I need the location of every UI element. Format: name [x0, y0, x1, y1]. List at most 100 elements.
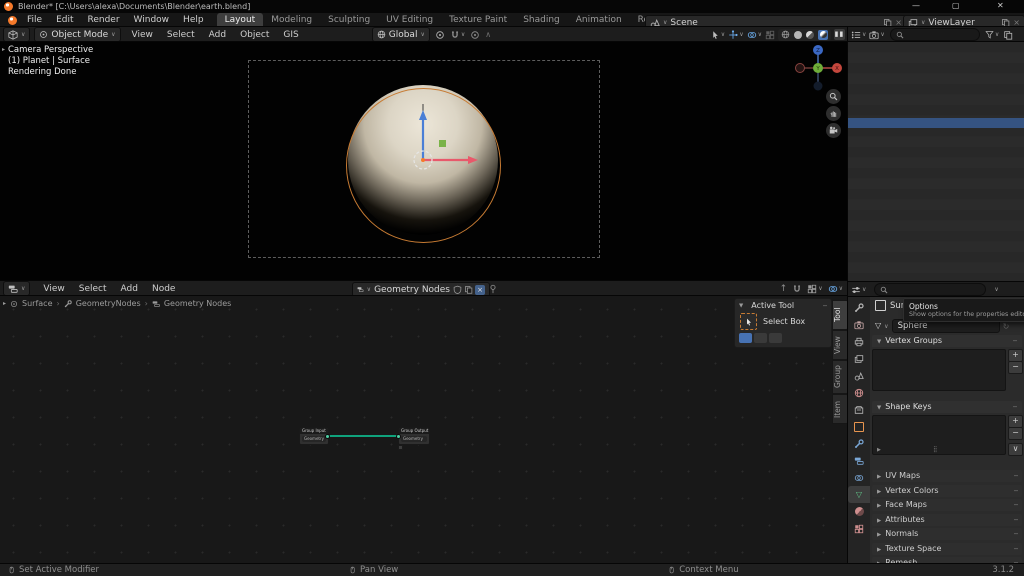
- tab-modifier-properties[interactable]: [848, 435, 870, 452]
- ne-overlays-icon[interactable]: [828, 284, 838, 294]
- menu-file[interactable]: File: [20, 13, 49, 27]
- camera-view-button[interactable]: [826, 123, 841, 138]
- workspace-tab-animation[interactable]: Animation: [568, 13, 630, 27]
- new-collection-icon[interactable]: [1003, 30, 1013, 40]
- properties-editor-type[interactable]: ∨: [851, 285, 866, 295]
- tab-tool-properties[interactable]: [848, 299, 870, 316]
- panel-uv-maps[interactable]: ▶UV Maps┉: [872, 470, 1022, 482]
- panel-attributes[interactable]: ▶Attributes┉: [872, 514, 1022, 526]
- snap-target-icon[interactable]: [807, 284, 817, 294]
- zoom-button[interactable]: [826, 89, 841, 104]
- remove-vertex-group-button[interactable]: −: [1008, 361, 1023, 374]
- menu-window[interactable]: Window: [127, 13, 177, 27]
- new-viewlayer-icon[interactable]: [1001, 18, 1010, 27]
- tab-texture-properties[interactable]: [848, 520, 870, 537]
- panel-vertex-colors[interactable]: ▶Vertex Colors┉: [872, 485, 1022, 497]
- unlink-scene-icon[interactable]: ×: [895, 18, 902, 27]
- tab-render-properties[interactable]: [848, 316, 870, 333]
- workspace-tab-texture-paint[interactable]: Texture Paint: [441, 13, 515, 27]
- panel-normals[interactable]: ▶Normals┉: [872, 528, 1022, 540]
- workspace-tab-uv-editing[interactable]: UV Editing: [378, 13, 441, 27]
- node-group-selector[interactable]: ∨ Geometry Nodes ×: [352, 282, 490, 297]
- panel-vertex-groups-header[interactable]: ▼Vertex Groups ┉: [872, 335, 1022, 347]
- tab-output-properties[interactable]: [848, 333, 870, 350]
- workspace-tab-shading[interactable]: Shading: [515, 13, 568, 27]
- minimize-button[interactable]: —: [912, 1, 920, 10]
- outliner-search-input[interactable]: [890, 28, 980, 41]
- tab-viewlayer-properties[interactable]: [848, 350, 870, 367]
- node-editor-canvas[interactable]: ▸ Surface › GeometryNodes › Geometry Nod…: [0, 296, 848, 564]
- npanel-tab-tool[interactable]: Tool: [832, 300, 848, 330]
- outliner-scope-dropdown[interactable]: ∨: [869, 30, 884, 40]
- xray-toggle-icon[interactable]: [765, 30, 775, 40]
- shading-wireframe-icon[interactable]: [781, 30, 790, 39]
- remove-viewlayer-icon[interactable]: ×: [1013, 18, 1020, 27]
- refresh-icon[interactable]: ↻: [1003, 322, 1010, 331]
- remove-shape-key-button[interactable]: −: [1008, 427, 1023, 440]
- pivot-point-icon[interactable]: [435, 30, 445, 40]
- editor-type-3d-viewport[interactable]: ∨: [3, 27, 30, 42]
- unlink-node-group-icon[interactable]: ×: [475, 285, 485, 295]
- outliner-row-clouds[interactable]: ▶ ▽ Clouds ▽: [848, 107, 1024, 118]
- outliner-row-scene-collection[interactable]: Scene Collection: [848, 44, 1024, 55]
- new-node-group-icon[interactable]: [464, 285, 473, 294]
- proportional-edit-icon[interactable]: [470, 30, 480, 40]
- pin-icon[interactable]: [488, 284, 498, 294]
- snap-magnet-icon[interactable]: [450, 30, 460, 40]
- ne-menu-add[interactable]: Add: [114, 282, 145, 296]
- tab-scene-properties[interactable]: [848, 367, 870, 384]
- shading-solid-icon[interactable]: [794, 31, 802, 39]
- workspace-tab-modeling[interactable]: Modeling: [263, 13, 320, 27]
- workspace-tab-sculpting[interactable]: Sculpting: [320, 13, 378, 27]
- select-mode-extend-button[interactable]: [754, 333, 767, 343]
- tab-material-properties[interactable]: [848, 503, 870, 520]
- toolbar-expand-icon[interactable]: ▸: [2, 46, 5, 53]
- properties-search-input[interactable]: [874, 283, 986, 296]
- panel-texture-space[interactable]: ▶Texture Space┉: [872, 543, 1022, 555]
- geometry-output-socket[interactable]: [325, 434, 330, 439]
- vp-menu-add[interactable]: Add: [202, 28, 233, 42]
- tab-physics-properties[interactable]: [848, 469, 870, 486]
- properties-options-dropdown[interactable]: ∨: [994, 286, 998, 293]
- panel-grip[interactable]: ┉: [823, 302, 827, 310]
- shape-key-play-icon[interactable]: ▶: [877, 447, 881, 453]
- outliner-row-light[interactable]: ▶ Light: [848, 76, 1024, 87]
- menu-help[interactable]: Help: [176, 13, 211, 27]
- fake-user-shield-icon[interactable]: [453, 285, 462, 294]
- ne-snap-magnet-icon[interactable]: [792, 284, 802, 294]
- close-button[interactable]: ✕: [997, 1, 1004, 10]
- ne-menu-node[interactable]: Node: [145, 282, 183, 296]
- ne-menu-view[interactable]: View: [36, 282, 71, 296]
- select-box-tool-icon[interactable]: [740, 313, 757, 330]
- gizmos-toggle-icon[interactable]: [728, 30, 738, 40]
- outliner-display-mode[interactable]: ∨: [851, 30, 866, 40]
- panel-remesh[interactable]: ▶Remesh┉: [872, 557, 1022, 564]
- workspace-tab-layout[interactable]: Layout: [217, 13, 264, 27]
- outliner-row-planet[interactable]: ▼ Planet ✓: [848, 86, 1024, 97]
- panel-face-maps[interactable]: ▶Face Maps┉: [872, 499, 1022, 511]
- node-group-output[interactable]: Group Output Geometry: [398, 427, 430, 445]
- proportional-falloff-icon[interactable]: ∧: [485, 30, 491, 39]
- vertex-groups-list[interactable]: [872, 349, 1006, 391]
- tab-collection-properties[interactable]: [848, 401, 870, 418]
- outliner-row-collection[interactable]: ▼ Collection ✓: [848, 55, 1024, 66]
- ne-menu-select[interactable]: Select: [72, 282, 114, 296]
- pan-button[interactable]: [826, 106, 841, 121]
- vp-menu-gis[interactable]: GIS: [276, 28, 305, 42]
- viewport-3d[interactable]: ▸ Camera Perspective (1) Planet | Surfac…: [0, 42, 848, 281]
- outliner-filter-dropdown[interactable]: ∨: [985, 30, 999, 39]
- vp-menu-view[interactable]: View: [125, 28, 160, 42]
- select-mode-set-button[interactable]: [739, 333, 752, 343]
- npanel-tab-group[interactable]: Group: [832, 360, 848, 394]
- shape-keys-list[interactable]: ▶ ⣿: [872, 415, 1006, 455]
- selectability-dropdown-icon[interactable]: [711, 30, 720, 40]
- shape-key-specials-button[interactable]: ∨: [1008, 443, 1023, 456]
- new-scene-icon[interactable]: [883, 18, 892, 27]
- blender-menu-icon[interactable]: [8, 16, 17, 25]
- transform-orientation[interactable]: Global ∨: [372, 27, 430, 42]
- menu-render[interactable]: Render: [81, 13, 127, 27]
- outliner-row-surface[interactable]: ▶ ▽ Surface ▽: [848, 118, 1024, 129]
- shading-rendered-icon[interactable]: [818, 30, 828, 40]
- overlays-toggle-icon[interactable]: [747, 30, 757, 40]
- panel-shape-keys-header[interactable]: ▼Shape Keys ┉: [872, 401, 1022, 413]
